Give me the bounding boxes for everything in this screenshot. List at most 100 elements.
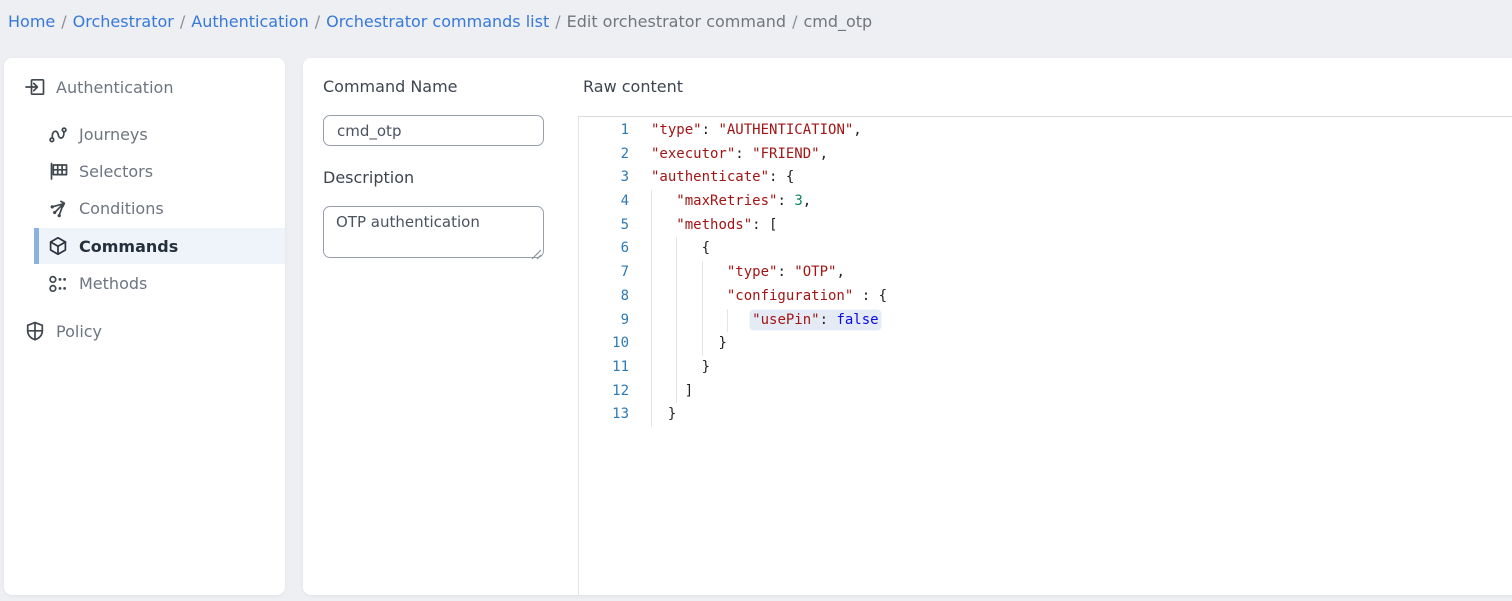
line-number: 13 [579, 403, 629, 427]
line-number: 8 [579, 285, 629, 309]
code-text: "executor": "FRIEND", [629, 143, 1512, 167]
indent-guide [676, 285, 677, 309]
breadcrumb-home[interactable]: Home [8, 12, 55, 31]
indent-guide [651, 309, 652, 333]
sidebar-item-label: Journeys [79, 125, 148, 144]
line-number: 6 [579, 237, 629, 261]
code-line[interactable]: 10 } [579, 332, 1512, 356]
indent-guide [702, 261, 703, 285]
code-line[interactable]: 11 } [579, 356, 1512, 380]
command-name-input[interactable] [323, 115, 544, 146]
indent-guide [651, 356, 652, 380]
raw-content-label: Raw content [583, 77, 683, 96]
line-number: 7 [579, 261, 629, 285]
line-number: 3 [579, 166, 629, 190]
selection-highlight: "usePin": false [752, 312, 878, 328]
sidebar-item-label: Methods [79, 274, 147, 293]
sidebar-item-commands[interactable]: Commands [4, 228, 285, 264]
journeys-icon [47, 123, 69, 145]
code-line[interactable]: 8 "configuration" : { [579, 285, 1512, 309]
code-text: "type": "AUTHENTICATION", [629, 119, 1512, 143]
breadcrumb-authentication[interactable]: Authentication [191, 12, 308, 31]
indent-guide [651, 190, 652, 214]
code-line[interactable]: 3"authenticate": { [579, 166, 1512, 190]
indent-guide [676, 237, 677, 261]
breadcrumb-orchestrator-commands-list[interactable]: Orchestrator commands list [326, 12, 549, 31]
code-line[interactable]: 6 { [579, 237, 1512, 261]
shield-icon [24, 320, 46, 342]
sidebar-item-label: Conditions [79, 199, 164, 218]
cube-icon [47, 235, 69, 257]
indent-guide [651, 237, 652, 261]
code-text: "methods": [ [629, 214, 1512, 238]
selectors-icon [47, 160, 69, 182]
main-panel: Command Name Description Raw content 1"t… [303, 58, 1512, 595]
indent-guide [651, 403, 652, 427]
login-icon [24, 76, 46, 98]
indent-guide [651, 285, 652, 309]
code-text: "type": "OTP", [629, 261, 1512, 285]
sidebar-item-policy[interactable]: Policy [4, 313, 285, 349]
sidebar-item-label: Selectors [79, 162, 153, 181]
sidebar-item-label: Authentication [56, 78, 173, 97]
indent-guide [702, 285, 703, 309]
code-line[interactable]: 12 ] [579, 380, 1512, 404]
breadcrumb-separator: / [55, 12, 72, 31]
line-number: 5 [579, 214, 629, 238]
code-line[interactable]: 5 "methods": [ [579, 214, 1512, 238]
code-line[interactable]: 9 "usePin": false [579, 309, 1512, 333]
breadcrumb-orchestrator[interactable]: Orchestrator [73, 12, 174, 31]
indent-guide [676, 261, 677, 285]
indent-guide [676, 380, 677, 404]
sidebar-item-journeys[interactable]: Journeys [4, 116, 285, 152]
indent-guide [727, 309, 728, 333]
code-text: } [629, 356, 1512, 380]
line-number: 2 [579, 143, 629, 167]
sidebar-panel: Authentication Journeys Selectors Condition… [4, 58, 285, 595]
code-text: "maxRetries": 3, [629, 190, 1512, 214]
sidebar-item-authentication[interactable]: Authentication [4, 69, 285, 105]
indent-guide [651, 214, 652, 238]
command-name-label: Command Name [323, 77, 458, 96]
active-indicator-bar [34, 228, 39, 264]
code-line[interactable]: 2"executor": "FRIEND", [579, 143, 1512, 167]
description-textarea[interactable] [323, 206, 544, 258]
code-text: "authenticate": { [629, 166, 1512, 190]
sidebar-item-conditions[interactable]: Conditions [4, 191, 285, 227]
code-text: "configuration" : { [629, 285, 1512, 309]
indent-guide [676, 356, 677, 380]
code-line[interactable]: 4 "maxRetries": 3, [579, 190, 1512, 214]
line-number: 11 [579, 356, 629, 380]
methods-icon [47, 273, 69, 295]
description-label: Description [323, 168, 414, 187]
code-lines: 1"type": "AUTHENTICATION",2"executor": "… [579, 119, 1512, 427]
line-number: 10 [579, 332, 629, 356]
code-line[interactable]: 13 } [579, 403, 1512, 427]
line-number: 12 [579, 380, 629, 404]
line-number: 9 [579, 309, 629, 333]
breadcrumb-separator: / [786, 12, 803, 31]
breadcrumb-cmd-otp: cmd_otp [803, 12, 872, 31]
breadcrumb-separator: / [174, 12, 191, 31]
conditions-icon [47, 198, 69, 220]
breadcrumb-separator: / [549, 12, 566, 31]
indent-guide [676, 309, 677, 333]
indent-guide [676, 332, 677, 356]
indent-guide [651, 380, 652, 404]
breadcrumb: Home/Orchestrator/Authentication/Orchest… [8, 0, 872, 44]
indent-guide [702, 309, 703, 333]
indent-guide [651, 261, 652, 285]
code-line[interactable]: 7 "type": "OTP", [579, 261, 1512, 285]
sidebar-item-methods[interactable]: Methods [4, 266, 285, 302]
indent-guide [702, 332, 703, 356]
top-bar: Home/Orchestrator/Authentication/Orchest… [0, 0, 1512, 44]
code-text: ] [629, 380, 1512, 404]
sidebar-item-selectors[interactable]: Selectors [4, 153, 285, 189]
raw-content-editor[interactable]: 1"type": "AUTHENTICATION",2"executor": "… [578, 116, 1512, 595]
sidebar-item-label: Policy [56, 322, 102, 341]
code-line[interactable]: 1"type": "AUTHENTICATION", [579, 119, 1512, 143]
breadcrumb-separator: / [309, 12, 326, 31]
code-text: { [629, 237, 1512, 261]
code-text: } [629, 403, 1512, 427]
breadcrumb-edit-orchestrator-command: Edit orchestrator command [567, 12, 786, 31]
